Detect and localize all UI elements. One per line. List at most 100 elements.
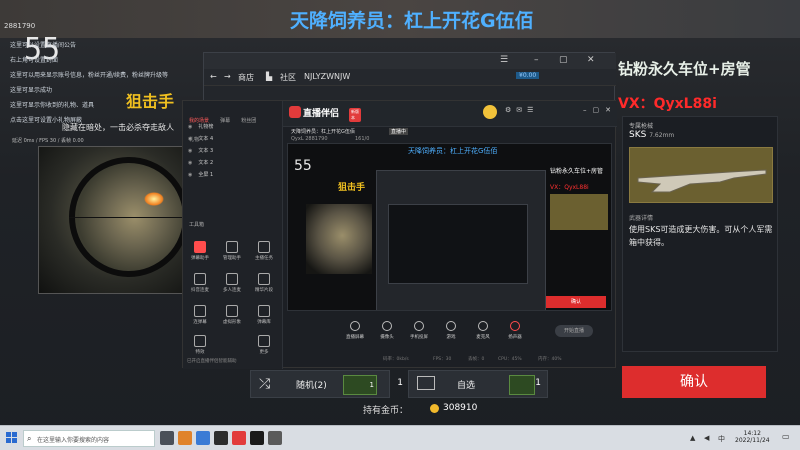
more-icon [258, 335, 270, 347]
scene-item[interactable]: ◉ 文本 4 [188, 135, 213, 142]
window-controls[interactable]: –▢✕ [583, 106, 617, 114]
header-tool-icons[interactable]: ⚙✉☰ [505, 106, 538, 114]
camera-button[interactable]: 摄像头 [375, 321, 399, 340]
clock[interactable]: 14:12 2022/11/24 [735, 430, 770, 444]
game-icon[interactable] [250, 431, 264, 445]
phone-cast-button[interactable]: 手机投屏 [407, 321, 431, 340]
close-icon[interactable]: ✕ [587, 55, 595, 65]
game-capture [38, 146, 186, 294]
coin-icon [430, 404, 439, 413]
app-icon[interactable] [178, 431, 192, 445]
preview-confirm: 确认 [546, 296, 606, 308]
scene-item[interactable]: ◉ 文本 2 [188, 159, 213, 166]
tool-danmaku-link[interactable]: 连弹幕 [187, 305, 213, 325]
preview-nested-window [388, 204, 528, 284]
rifle-image [629, 147, 773, 203]
ime-icon[interactable]: 中 [718, 434, 725, 444]
free-select-option[interactable]: 自选 1 [408, 370, 548, 398]
tool-avatar[interactable]: 虚拟形象 [219, 305, 245, 325]
eye-icon[interactable]: ◉ [188, 148, 192, 154]
eye-icon[interactable]: ◉ [188, 172, 192, 178]
volume-icon[interactable]: ◀ [704, 434, 709, 442]
app-icon[interactable] [268, 431, 282, 445]
search-icon: ⌕ [27, 434, 32, 443]
scene-item[interactable]: ◉ 文本 3 [188, 147, 213, 154]
muzzle-flash [144, 192, 164, 206]
clip-icon [258, 273, 270, 285]
minimize-icon[interactable]: – [534, 55, 539, 65]
top-banner-text: 天降饲养员：杠上开花G伍佰 [290, 10, 534, 32]
coins-value: 308910 [443, 403, 478, 413]
status-memory: 内存：40% [538, 357, 562, 362]
task-view-icon[interactable] [160, 431, 174, 445]
forward-icon[interactable]: → [224, 72, 231, 81]
scene-item[interactable]: ◉ 全屏 1 [188, 171, 213, 178]
random-select-option[interactable]: ⤮ 随机(2) 1 1 [250, 370, 403, 398]
confirm-button[interactable]: 确认 [622, 366, 766, 398]
speaker-icon [510, 321, 520, 331]
tool-more[interactable]: 更多 [251, 335, 277, 355]
phone-icon [414, 321, 424, 331]
avatar[interactable] [483, 105, 497, 119]
tool-anchor-task[interactable]: 主播任务 [251, 241, 277, 261]
tool-effects[interactable]: 特效 [187, 335, 213, 355]
multi-user-icon [226, 273, 238, 285]
nav-store[interactable]: 商店 [238, 72, 254, 83]
browser-icon[interactable] [196, 431, 210, 445]
tool-multi-mic[interactable]: 多人连麦 [219, 273, 245, 293]
back-icon[interactable]: ← [210, 72, 217, 81]
speaker-button[interactable]: 扬声器 [503, 321, 527, 340]
version-badge[interactable]: 新版本 [349, 108, 361, 122]
network-icon[interactable]: ▲ [690, 434, 695, 442]
desktop: 天降饲养员：杠上开花G伍佰 2881790 55 这里可以设置直播间公告 右上角… [0, 0, 800, 450]
weapon-name-text: SKS [629, 130, 647, 140]
title-bar: ☰ – ▢ ✕ [204, 53, 616, 69]
eye-icon[interactable]: ◉ [188, 136, 192, 142]
steam-icon[interactable] [214, 431, 228, 445]
tab-danmaku[interactable]: 弹幕 [220, 117, 230, 124]
free-label: 自选 [457, 381, 476, 391]
random-count: 1 [397, 378, 403, 388]
start-button[interactable] [6, 432, 18, 444]
clock-date: 2022/11/24 [735, 437, 770, 444]
screen-icon [350, 321, 360, 331]
preview-rifle-image [550, 194, 608, 230]
overlay-notice-list: 这里可以设置直播间公告 右上角可设置封面 这里可以用来显示账号信息，粉丝开通/续… [10, 38, 190, 128]
weapon-tag: 专属枪械 [629, 123, 654, 130]
brand-name: 直播伴侣 [303, 109, 340, 119]
tool-danmaku-lib[interactable]: 弹幕库 [251, 305, 277, 325]
avatar-icon [226, 305, 238, 317]
eye-icon[interactable]: ◉ [188, 160, 192, 166]
toolbox-label: 工具箱 [189, 222, 205, 228]
coins-label: 持有金币： [363, 406, 409, 416]
notification-icon[interactable]: ▭ [782, 432, 790, 441]
library-icon[interactable]: ▙ [266, 72, 272, 81]
free-count: 1 [535, 378, 541, 388]
streaming-tool-icon[interactable] [232, 431, 246, 445]
nav-community[interactable]: 社区 [280, 72, 296, 83]
preview-class-title: 狙击手 [338, 183, 366, 193]
menu-icon[interactable]: ☰ [500, 55, 508, 65]
maximize-icon[interactable]: ▢ [559, 55, 568, 65]
microphone-button[interactable]: 麦克风 [471, 321, 495, 340]
scene-item[interactable]: ◉ 礼物榜 [188, 123, 213, 130]
live-title[interactable]: 天降饲养员：杠上开花G伍佰 [291, 128, 355, 135]
game-button[interactable]: 游戏 [439, 321, 463, 340]
tool-danmaku-helper[interactable]: 弹幕助手 [187, 241, 213, 261]
status-drop: 丢帧：0 [468, 357, 485, 362]
tool-highlights[interactable]: 精华片段 [251, 273, 277, 293]
eye-icon[interactable]: ◉ [188, 124, 192, 130]
nav-username[interactable]: NJLYZWNJW [304, 72, 350, 81]
tab-fans[interactable]: 粉丝团 [241, 117, 256, 124]
weapon-caliber: 7.62mm [649, 132, 675, 139]
status-bitrate: 码率：0kb/s [383, 357, 409, 362]
notice-line: 这里可以设置直播间公告 [10, 42, 77, 49]
microphone-icon [478, 321, 488, 331]
screen-capture-button[interactable]: 直播屏幕 [343, 321, 367, 340]
taskbar-search-input[interactable]: ⌕ 在这里输入你要搜索的内容 [23, 430, 155, 447]
effects-icon [194, 335, 206, 347]
wallet-balance[interactable]: ¥0.00 [516, 72, 540, 79]
tool-manage-helper[interactable]: 管理助手 [219, 241, 245, 261]
tool-link-mic[interactable]: 抖音连麦 [187, 273, 213, 293]
go-live-button[interactable]: 开始直播 [555, 325, 593, 337]
